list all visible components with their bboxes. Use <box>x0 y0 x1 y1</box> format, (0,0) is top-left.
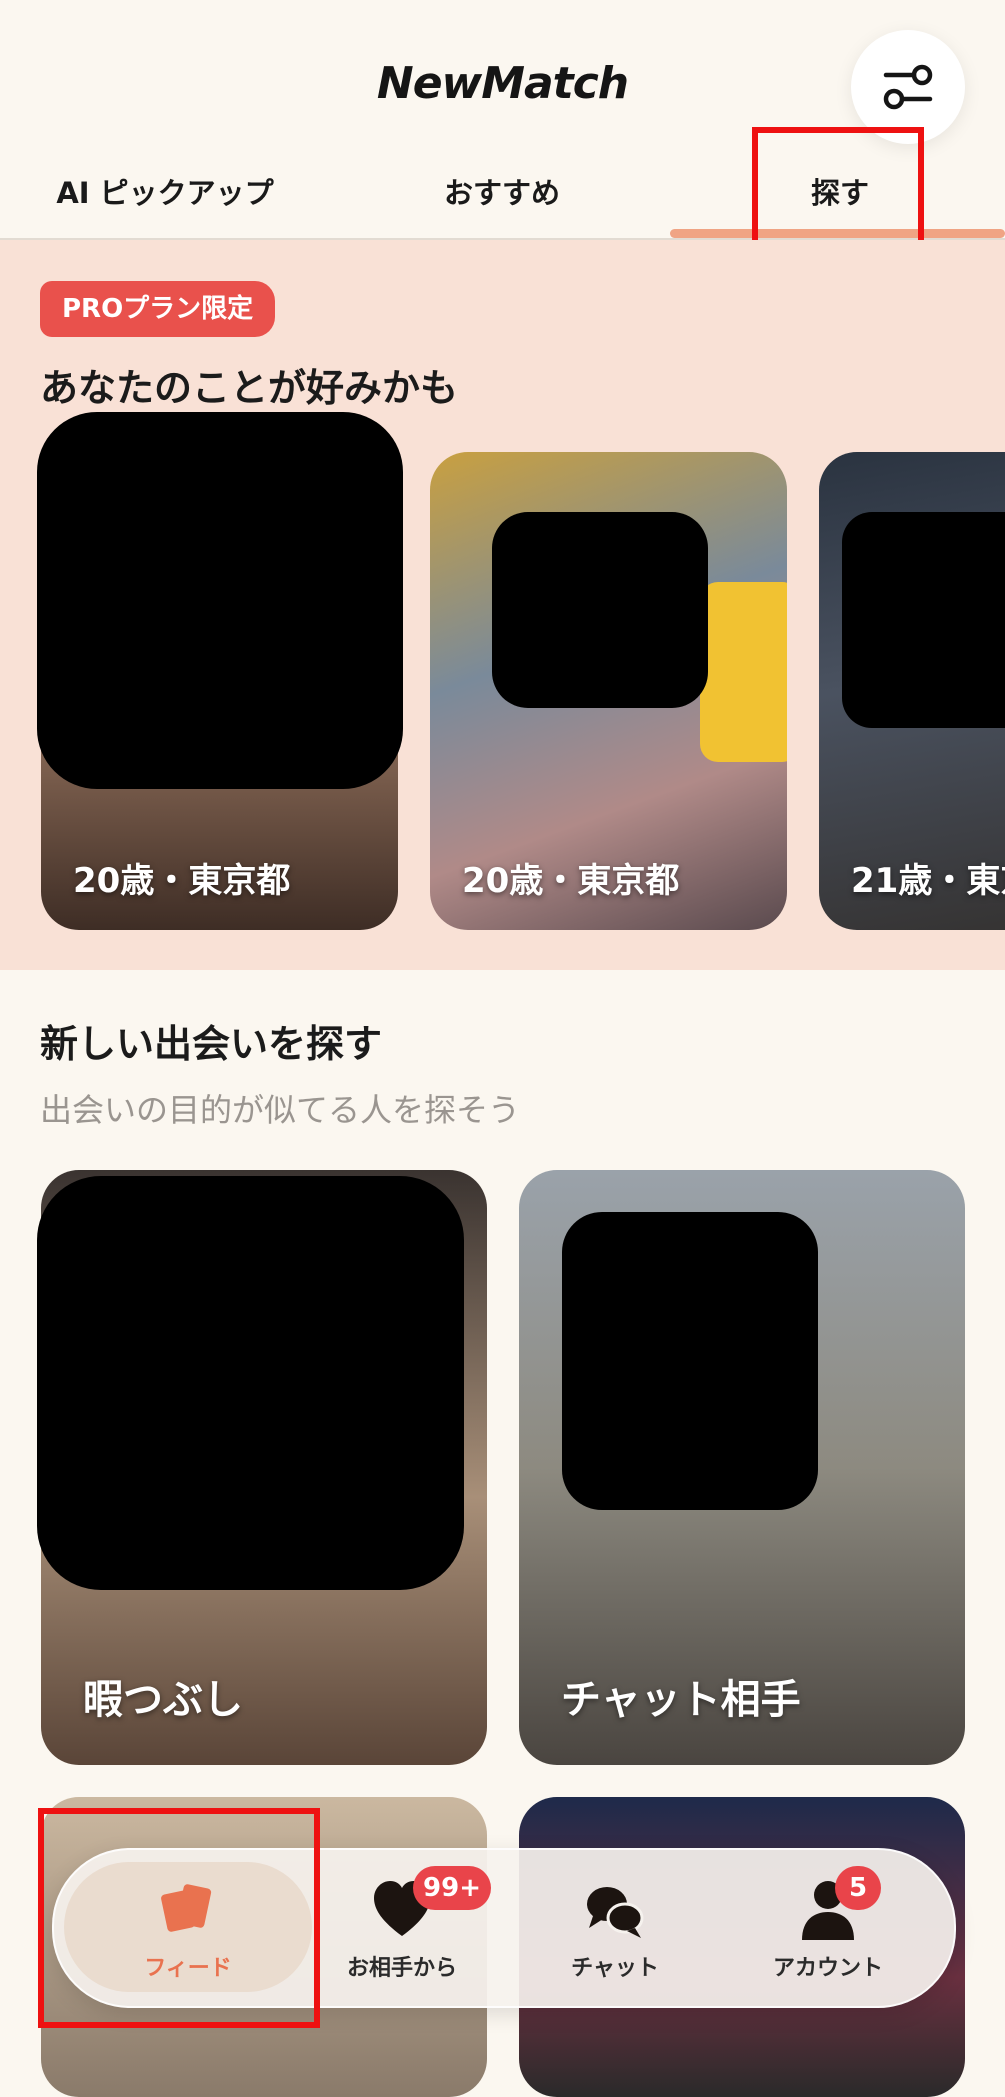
nav-label: お相手から <box>346 1956 457 1981</box>
redacted-photo <box>842 512 1005 728</box>
category-card-label: 暇つぶし <box>83 1677 243 1723</box>
profile-card-caption: 21歳・東京都 <box>851 861 1005 901</box>
highlight-box-search-tab <box>752 127 924 258</box>
likes-count-badge: 99+ <box>413 1866 491 1910</box>
account-notification-badge: 5 <box>835 1866 881 1910</box>
profile-card-caption: 20歳・東京都 <box>73 861 291 901</box>
explore-section-subtitle: 出会いの目的が似てる人を探そう <box>40 1091 521 1129</box>
pro-plan-badge: PROプラン限定 <box>40 281 276 337</box>
nav-label: チャット <box>571 1956 659 1981</box>
sliders-icon <box>883 64 933 110</box>
explore-section-title: 新しい出会いを探す <box>40 1022 383 1066</box>
redacted-photo <box>492 512 708 708</box>
nav-label: アカウント <box>772 1956 883 1981</box>
redacted-photo <box>37 1176 464 1590</box>
tab-recommended[interactable]: おすすめ <box>352 168 652 218</box>
profile-card-caption: 20歳・東京都 <box>462 861 680 901</box>
pro-section-title: あなたのことが好みかも <box>40 366 459 410</box>
nav-item-chat[interactable]: チャット <box>520 1850 710 2006</box>
nav-item-likes[interactable]: お相手から 99+ <box>307 1850 497 2006</box>
redacted-photo <box>37 412 403 789</box>
tab-ai-pickup[interactable]: AI ピックアップ <box>20 168 310 218</box>
chat-bubbles-icon <box>587 1887 644 1938</box>
tiger-mural-decoration <box>700 582 787 762</box>
nav-item-account[interactable]: アカウント 5 <box>733 1850 923 2006</box>
redacted-photo <box>562 1212 818 1510</box>
category-card-label: チャット相手 <box>561 1677 801 1723</box>
highlight-box-feed-nav <box>38 1808 320 2028</box>
pro-recommendation-section: PROプラン限定 あなたのことが好みかも 20歳・東京都 20歳・東京都 21歳… <box>0 240 1005 970</box>
